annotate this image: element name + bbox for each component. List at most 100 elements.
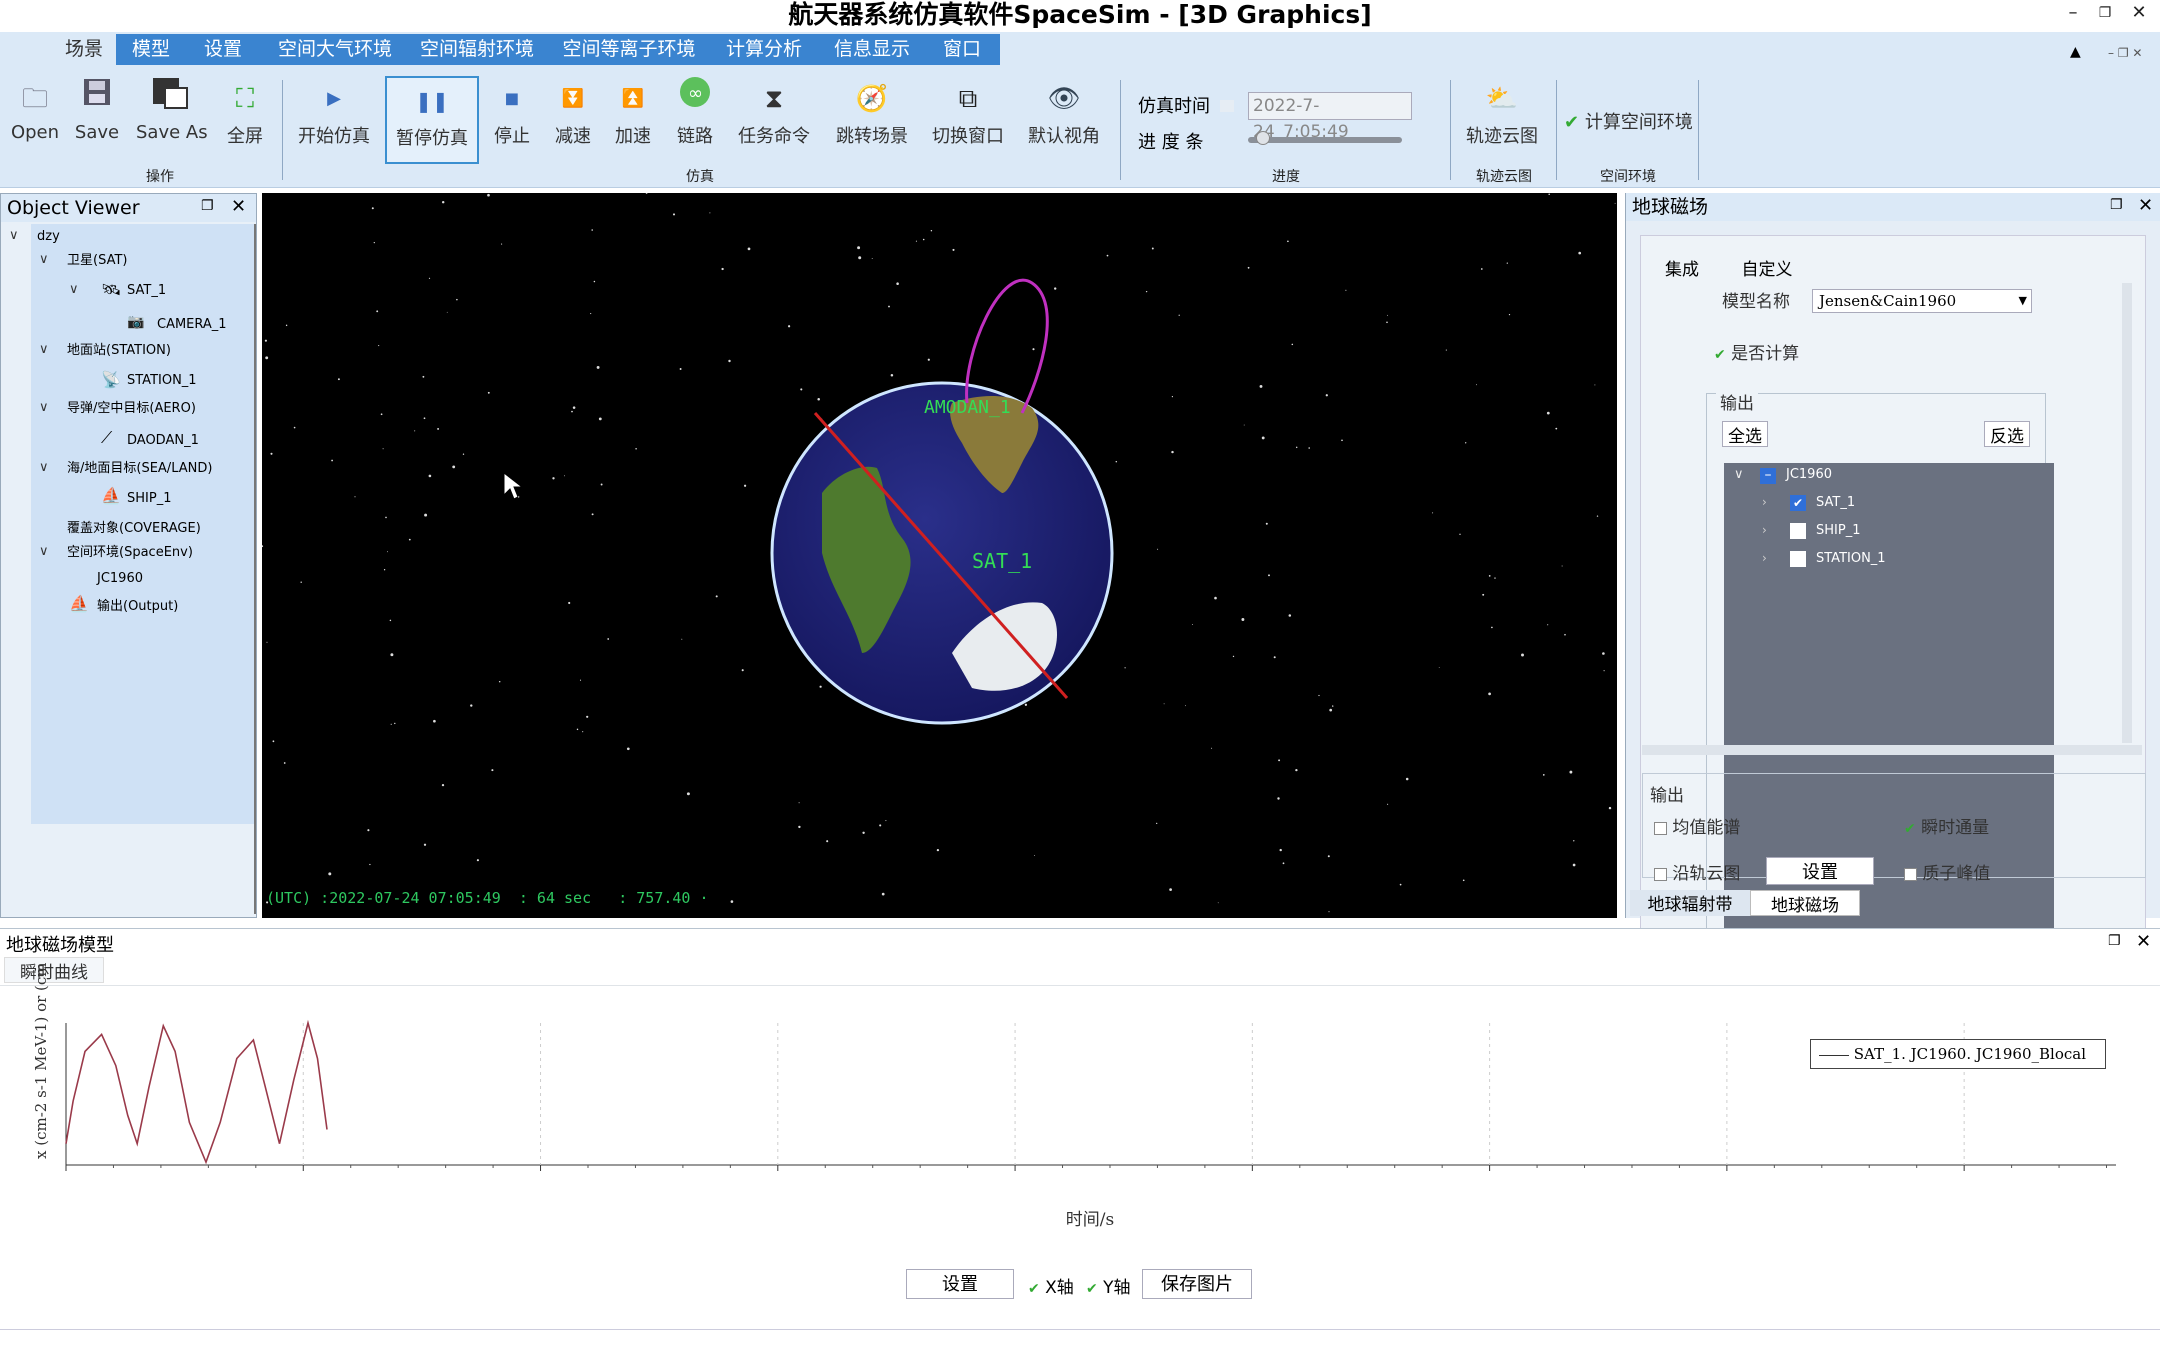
unchecked-checkbox[interactable] [1790,523,1806,539]
v-scrollbar[interactable] [2122,283,2132,743]
jump-scene-button[interactable]: 🧭 跳转场景 [834,76,910,160]
tab-integrated[interactable]: 集成 [1654,255,1710,281]
chevron-down-icon[interactable]: ∨ [1734,467,1744,482]
ribbon-separator [1698,80,1699,180]
sim-time-field[interactable]: 2022-7-24_7:05:49 [1248,92,1412,142]
chevron-right-icon[interactable]: › [1762,523,1767,537]
chart-settings-button[interactable]: 设置 [906,1269,1014,1299]
tree-node-sat-group[interactable]: 卫星(SAT) [67,250,127,272]
stop-button[interactable]: ◼ 停止 [490,76,534,160]
cloud-map-label: 轨迹云图 [1466,126,1538,147]
tab-custom[interactable]: 自定义 [1730,255,1804,281]
model-select[interactable]: Jensen&Cain1960 ▼ [1812,289,2032,313]
mdi-controls-icon[interactable]: – ❐ ✕ [2108,46,2142,60]
start-sim-button[interactable]: ▶ 开始仿真 [296,76,372,160]
chevron-down-icon[interactable]: ∨ [39,342,49,357]
chevron-right-icon[interactable]: › [1762,495,1767,509]
tab-instant-curve[interactable]: 瞬时曲线 [4,957,104,983]
ribbon-separator [1120,80,1121,180]
tree-node-aero-group[interactable]: 导弹/空中目标(AERO) [67,398,196,420]
close-panel-icon[interactable]: ✕ [231,196,246,217]
tree-node-coverage[interactable]: 覆盖对象(COVERAGE) [67,518,201,540]
menu-radiation[interactable]: 空间辐射环境 [412,34,542,65]
chevron-down-icon[interactable]: ∨ [39,400,49,415]
chevron-down-icon[interactable]: ∨ [39,544,49,559]
tree-child-ship1[interactable]: SHIP_1 [1816,523,1860,538]
tree-node-dzy[interactable]: dzy [37,226,60,248]
pause-sim-label: 暂停仿真 [396,128,468,149]
calc-env-checkbox[interactable]: ✔ 计算空间环境 [1564,108,1693,134]
tree-node-station1[interactable]: STATION_1 [127,370,197,392]
chevron-right-icon[interactable]: › [1762,551,1767,565]
tree-node-sea-group[interactable]: 海/地面目标(SEA/LAND) [67,458,212,480]
save-image-button[interactable]: 保存图片 [1142,1269,1252,1299]
object-viewer-title: Object Viewer [1,194,256,222]
checked-checkbox[interactable]: ✔ [1790,495,1806,511]
ribbon-separator [282,80,283,180]
line-chart[interactable]: 0100002000030000400005000060000700008000… [26,1011,2126,1171]
save-button[interactable]: Save [72,76,122,160]
float-panel-icon[interactable]: ❐ [201,198,214,214]
tab-radiation-belt[interactable]: 地球辐射带 [1630,890,1750,916]
slow-down-button[interactable]: ⏬ 减速 [550,76,596,160]
menu-scene[interactable]: 场景 [52,34,116,65]
tree-child-sat1[interactable]: SAT_1 [1816,495,1855,510]
switch-window-button[interactable]: ⧉ 切换窗口 [930,76,1006,160]
tree-node-output[interactable]: 输出(Output) [97,596,178,618]
cloud-map-button[interactable]: ⛅ 轨迹云图 [1462,76,1542,160]
close-button[interactable]: ✕ [2122,0,2156,28]
tree-node-camera1[interactable]: CAMERA_1 [157,314,227,336]
select-all-button[interactable]: 全选 [1722,421,1768,447]
tree-root-jc1960[interactable]: JC1960 [1786,467,1832,482]
settings-button[interactable]: 设置 [1766,857,1874,885]
tree-child-station1[interactable]: STATION_1 [1816,551,1886,566]
open-button[interactable]: 🗀 Open [10,76,60,160]
opt-proton-peak[interactable]: 质子峰值 [1904,859,1990,884]
default-view-button[interactable]: 👁 默认视角 [1026,76,1102,160]
tab-geomagnetic[interactable]: 地球磁场 [1750,890,1860,916]
menu-window[interactable]: 窗口 [932,34,992,65]
link-button[interactable]: ∞ 链路 [672,76,718,160]
minimize-button[interactable]: – [2056,0,2090,28]
chevron-down-icon[interactable]: ∨ [39,252,49,267]
menu-model[interactable]: 模型 [118,34,184,65]
tree-node-ship1[interactable]: SHIP_1 [127,488,171,510]
chevron-down-icon[interactable]: ∨ [69,282,79,297]
tree-node-spaceenv[interactable]: 空间环境(SpaceEnv) [67,542,193,564]
tree-node-daodan1[interactable]: DAODAN_1 [127,430,199,452]
y-axis-checkbox[interactable]: ✔ Y轴 [1086,1273,1131,1298]
float-panel-icon[interactable]: ❐ [2110,197,2123,213]
close-panel-icon[interactable]: ✕ [2138,195,2153,216]
tree-node-sat1[interactable]: SAT_1 [127,280,166,302]
close-panel-icon[interactable]: ✕ [2136,931,2151,952]
save-as-button[interactable]: Save As [136,76,208,160]
x-axis-checkbox[interactable]: ✔ X轴 [1028,1273,1074,1298]
fullscreen-button[interactable]: ⛶ 全屏 [222,76,268,160]
legend-swatch [1819,1054,1849,1056]
menu-settings[interactable]: 设置 [190,34,256,65]
save-icon [72,76,122,122]
tree-node-station-group[interactable]: 地面站(STATION) [67,340,171,362]
menu-info[interactable]: 信息显示 [826,34,918,65]
h-scrollbar[interactable] [1642,745,2142,755]
invert-selection-button[interactable]: 反选 [1984,421,2030,447]
float-panel-icon[interactable]: ❐ [2108,933,2121,949]
opt-track-cloud[interactable]: 沿轨云图 [1654,859,1740,884]
restore-button[interactable]: ❐ [2088,0,2122,28]
menu-plasma[interactable]: 空间等离子环境 [556,34,702,65]
partial-check-icon[interactable]: – [1760,468,1776,484]
menu-atmosphere[interactable]: 空间大气环境 [270,34,400,65]
collapse-ribbon-icon[interactable]: ▲ [2070,44,2081,60]
tree-node-jc1960[interactable]: JC1960 [97,568,143,590]
chevron-down-icon[interactable]: ∨ [39,460,49,475]
pause-sim-button[interactable]: ❚❚ 暂停仿真 [385,76,479,164]
task-command-button[interactable]: ⧗ 任务命令 [736,76,812,160]
opt-instant-flux[interactable]: ✔ 瞬时通量 [1904,813,1989,838]
unchecked-checkbox[interactable] [1790,551,1806,567]
chevron-down-icon[interactable]: ∨ [9,228,19,243]
is-calc-checkbox[interactable]: ✔ 是否计算 [1714,339,1799,364]
3d-viewport[interactable]: SAT_1 AMODAN_1 (UTC) :2022-07-24 07:05:4… [262,193,1617,918]
menu-analysis[interactable]: 计算分析 [718,34,810,65]
opt-mean-spectrum[interactable]: 均值能谱 [1654,813,1740,838]
speed-up-button[interactable]: ⏫ 加速 [610,76,656,160]
